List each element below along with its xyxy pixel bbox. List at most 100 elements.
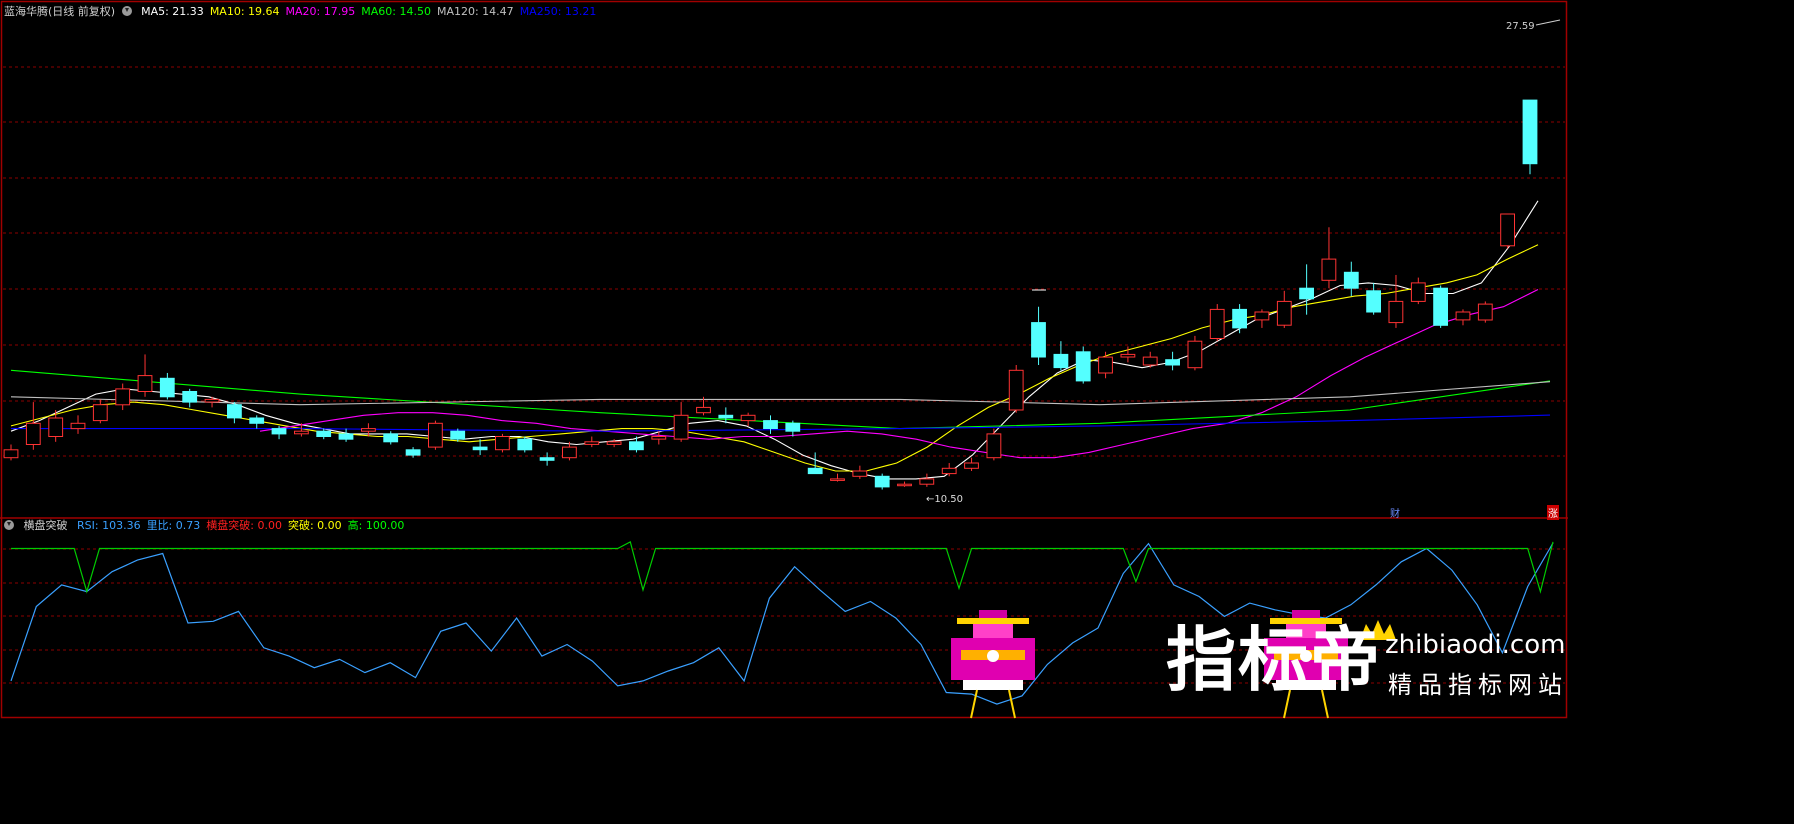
candle	[495, 433, 510, 453]
candle-body-up	[115, 388, 131, 406]
candle-body-up	[361, 428, 376, 432]
candle-body-up	[25, 422, 41, 445]
main-title: 蓝海华腾(日线 前复权)	[4, 5, 116, 18]
high-price-label: 27.59	[1506, 21, 1535, 32]
candle	[1410, 277, 1426, 305]
candle-body-up	[1142, 356, 1158, 366]
candle	[986, 428, 1002, 461]
ma-lines	[10, 200, 1551, 480]
legend-hengpan: 横盘突破: 0.00	[206, 519, 282, 532]
candle-body-down	[718, 414, 734, 419]
candle-body-down	[763, 420, 778, 430]
candle	[1366, 282, 1381, 315]
candle	[450, 428, 466, 442]
legend-toggle-icon[interactable]	[121, 6, 132, 16]
legend-gao: 高: 100.00	[347, 519, 405, 532]
candle	[1075, 346, 1091, 384]
candle	[227, 402, 242, 424]
sub-legend: 横盘突破 RSI: 103.36 里比: 0.73 横盘突破: 0.00 突破: 0.…	[4, 519, 416, 533]
candle	[919, 473, 935, 487]
candle-body-down	[159, 377, 175, 398]
sub-legend-toggle-icon[interactable]	[4, 520, 14, 530]
legend-ma60: MA60: 14.50	[361, 5, 431, 18]
candle-body-up	[48, 417, 64, 437]
candle-body-up	[584, 441, 600, 445]
candle-body-up	[428, 422, 443, 448]
candle	[852, 465, 868, 479]
legend-tupo: 突破: 0.00	[287, 519, 342, 532]
candle	[204, 396, 220, 408]
candle-body-up	[964, 462, 979, 469]
candle-body-up	[852, 470, 868, 477]
cai-marker[interactable]: 财	[1390, 505, 1400, 520]
watermark-brand: 指标帝	[1166, 619, 1382, 701]
candle-body-down	[1075, 351, 1091, 382]
candle	[1232, 304, 1247, 334]
candle-body-up	[70, 422, 86, 430]
candle	[897, 481, 912, 487]
candle	[1008, 365, 1024, 413]
candle	[1098, 351, 1113, 379]
candle-body-up	[1500, 213, 1515, 247]
candle	[1276, 290, 1292, 328]
candle	[1477, 301, 1493, 323]
candle	[1142, 351, 1158, 368]
candle	[249, 415, 265, 429]
candle	[740, 412, 756, 426]
arrow-icon	[1535, 19, 1561, 26]
figure-hat	[979, 610, 1007, 618]
candle-body-up	[941, 467, 957, 475]
candle-body-up	[294, 430, 309, 435]
legend-rsi: RSI: 103.36	[77, 519, 141, 532]
sub-legend-items: RSI: 103.36 里比: 0.73 横盘突破: 0.00 突破: 0.00 高: …	[77, 519, 410, 532]
candle	[159, 372, 175, 400]
candle-body-down	[182, 391, 198, 403]
candle	[1455, 309, 1471, 326]
candle-body-up	[1276, 300, 1292, 326]
sub-title: 横盘突破	[23, 519, 68, 532]
zhang-marker[interactable]: 涨	[1547, 505, 1559, 520]
candle-body-up	[1098, 356, 1113, 374]
figure-leg	[1008, 689, 1016, 719]
candle	[92, 399, 108, 424]
candle-body-up	[137, 375, 153, 393]
candle	[1254, 309, 1270, 328]
candle-body-up	[1388, 300, 1404, 324]
candles	[3, 99, 1538, 490]
candle-body-down	[1433, 287, 1448, 326]
sub-line-gao	[11, 541, 1554, 594]
candle-body-down	[316, 430, 332, 438]
candle-body-down	[271, 428, 287, 435]
main-legend: 蓝海华腾(日线 前复权) MA5: 21.33 MA10: 19.64 MA20: …	[4, 5, 608, 19]
candle-body-up	[1455, 311, 1471, 321]
candle-body-up	[1209, 308, 1225, 339]
candle-body-up	[1120, 353, 1136, 358]
candle-body-up	[986, 433, 1002, 459]
candle-body-down	[450, 430, 466, 440]
candle-body-down	[472, 446, 488, 451]
legend-ma20: MA20: 17.95	[285, 5, 356, 18]
candle	[1165, 351, 1180, 371]
candle-body-up	[1477, 303, 1493, 321]
candle-body-up	[1008, 369, 1024, 411]
ma-line-ma5	[10, 200, 1539, 480]
money-bag-icon	[987, 650, 999, 662]
candle	[70, 415, 86, 434]
candle-body-down	[1522, 99, 1538, 165]
candle	[1522, 99, 1538, 175]
candle	[3, 444, 19, 461]
candle	[517, 436, 533, 453]
legend-ma250: MA250: 13.21	[519, 5, 597, 18]
watermark-domain: zhibiaodi.com	[1385, 630, 1566, 660]
candle-body-up	[1410, 282, 1426, 302]
candle-body-down	[1165, 359, 1180, 366]
candle	[137, 354, 153, 397]
candle	[428, 420, 443, 450]
candle	[941, 463, 957, 477]
candle	[584, 436, 600, 448]
candle-body-up	[696, 406, 711, 414]
candle-body-up	[92, 404, 108, 422]
watermark-slogan: 精品指标网站	[1388, 671, 1568, 699]
candle-body-down	[1343, 271, 1359, 289]
candle	[1388, 274, 1404, 328]
